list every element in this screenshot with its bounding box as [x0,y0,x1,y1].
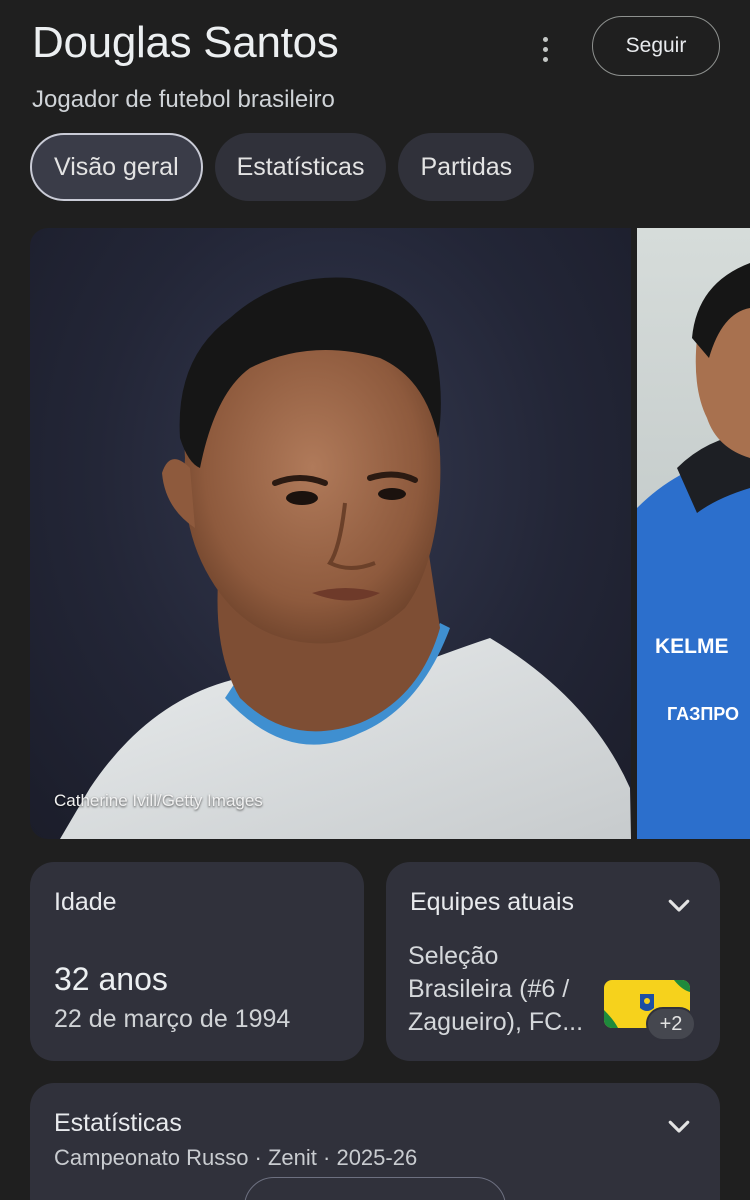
player-photo[interactable]: Catherine Ivill/Getty Images [30,228,631,839]
more-options-icon[interactable] [532,32,558,66]
teams-label: Equipes atuais [410,888,575,916]
dot [542,36,548,42]
chevron-down-icon[interactable] [664,890,694,920]
secondary-portrait-illustration: KELME ГАЗПРО [637,263,750,839]
statistics-label: Estatísticas [54,1109,182,1137]
birth-date: 22 de março de 1994 [54,1005,291,1033]
player-portrait-illustration [60,277,631,839]
image-credit: Catherine Ivill/Getty Images [54,791,263,810]
tab-bar: Visão geral Estatísticas Partidas [30,133,535,201]
page-title: Douglas Santos [32,18,339,67]
tab-matches[interactable]: Partidas [398,133,535,201]
statistics-card[interactable]: Estatísticas Campeonato Russo · Zenit · … [30,1083,720,1200]
dot [542,46,548,52]
knowledge-panel-header: Douglas Santos Jogador de futebol brasil… [32,16,720,118]
statistics-subtitle: Campeonato Russo · Zenit · 2025-26 [54,1145,418,1170]
team-description: Seleção Brasileira (#6 / Zagueiro), FC..… [408,942,584,1036]
tab-overview[interactable]: Visão geral [30,133,203,201]
statistics-action-button[interactable] [244,1177,506,1200]
sponsor-mark: KELME [655,635,729,658]
age-card: Idade 32 anos 22 de março de 1994 [30,862,364,1061]
image-carousel[interactable]: Catherine Ivill/Getty Images KELME ГАЗПР… [30,228,750,839]
dot [542,56,548,62]
follow-button[interactable]: Seguir [592,16,720,76]
age-label: Idade [54,888,117,916]
page-subtitle: Jogador de futebol brasileiro [32,86,335,113]
current-teams-card[interactable]: Equipes atuais Seleção Brasileira (#6 / … [386,862,720,1061]
chevron-down-icon[interactable] [664,1111,694,1141]
more-teams-badge[interactable]: +2 [646,1007,696,1041]
player-photo-secondary[interactable]: KELME ГАЗПРО [637,228,750,839]
age-value: 32 anos [54,961,168,997]
sponsor-mark: ГАЗПРО [667,704,739,724]
tab-statistics[interactable]: Estatísticas [214,133,387,201]
